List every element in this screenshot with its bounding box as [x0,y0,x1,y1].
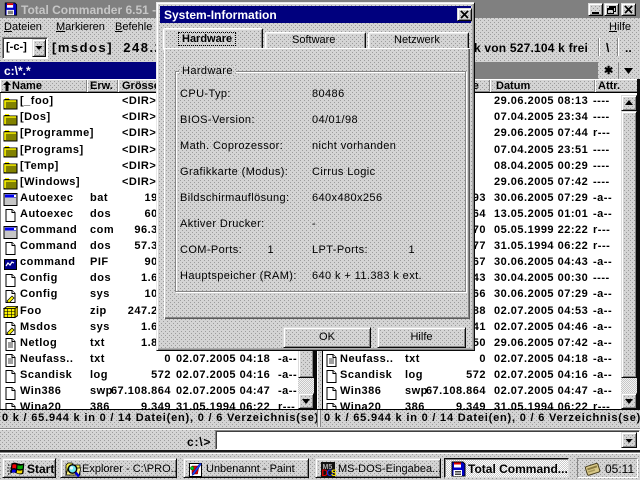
svg-text:S: S [331,468,336,478]
